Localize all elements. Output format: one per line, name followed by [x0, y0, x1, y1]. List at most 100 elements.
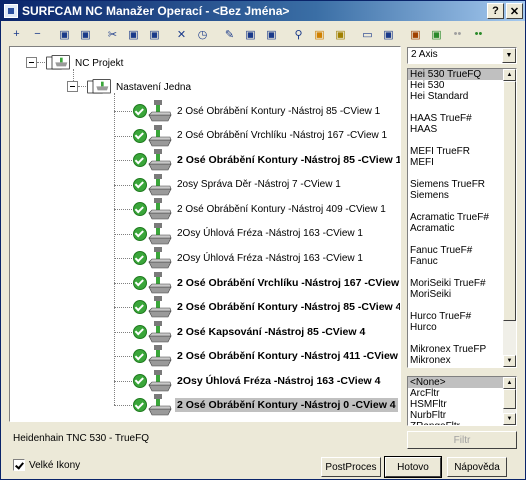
list-item[interactable]: <None> [408, 377, 516, 388]
scrollbar[interactable]: ▲ ▼ [503, 69, 516, 367]
tree-node-root[interactable]: NC Projekt [46, 51, 125, 75]
list-item[interactable]: Hurco TrueF# [408, 311, 516, 322]
list-item[interactable] [408, 102, 516, 113]
add-icon[interactable]: + [7, 25, 26, 43]
list-items: <None>ArcFltrHSMFltrNurbFltrZRangeFltr [408, 377, 516, 425]
operation-item[interactable]: 2 Osé Obrábění Kontury -Nástroj 411 -CVi… [133, 344, 400, 368]
list-item[interactable]: HSMFltr [408, 399, 516, 410]
operation-item[interactable]: 2 Osé Kapsování -Nástroj 85 -CView 4 [133, 320, 367, 344]
operation-label: 2 Osé Obrábění Kontury -Nástroj 85 -CVie… [177, 301, 401, 313]
check-icon [133, 398, 147, 412]
list-item[interactable]: HAAS [408, 124, 516, 135]
dots-grey-icon[interactable]: •• [448, 25, 467, 43]
cut-icon[interactable]: ✂ [103, 25, 122, 43]
new-document-icon[interactable]: ▭ [358, 25, 377, 43]
postproces-button[interactable]: PostProces [321, 457, 381, 477]
scroll-down-icon[interactable]: ▼ [503, 355, 516, 367]
gears-icon[interactable]: ▣ [406, 25, 425, 43]
filtr-button[interactable]: Filtr [407, 431, 517, 449]
napoveda-button[interactable]: Nápověda [447, 457, 507, 477]
document-gear-icon[interactable]: ▣ [379, 25, 398, 43]
operation-item[interactable]: 2 Osé Obrábění Kontury -Nástroj 85 -CVie… [133, 99, 382, 123]
checkbox-label: Velké Ikony [29, 459, 81, 471]
remove-icon[interactable]: − [28, 25, 47, 43]
list-item[interactable]: Fanuc [408, 256, 516, 267]
list-item[interactable]: Hei 530 TrueFQ [408, 69, 516, 80]
scrollbar[interactable]: ▲ ▼ [503, 377, 516, 425]
list-item[interactable]: MEFI TrueFR [408, 146, 516, 157]
list-item[interactable] [408, 168, 516, 179]
checkbox-box[interactable] [13, 459, 25, 471]
collapse-root-icon[interactable] [26, 57, 37, 68]
list-item[interactable]: Hei 530 [408, 80, 516, 91]
tool-down-icon[interactable]: ▣ [310, 25, 329, 43]
list-item[interactable] [408, 267, 516, 278]
paste-icon[interactable]: ▣ [145, 25, 164, 43]
paste-op-icon[interactable]: ▣ [76, 25, 95, 43]
list-item[interactable]: Mikronex [408, 355, 516, 366]
operation-item[interactable]: 2 Osé Obrábění Vrchlíku -Nástroj 167 -CV… [133, 271, 400, 295]
close-button[interactable]: ✕ [506, 3, 523, 19]
list-item[interactable]: HAAS TrueF# [408, 113, 516, 124]
tool-edit-icon[interactable]: ▣ [262, 25, 281, 43]
list-item[interactable]: MoriSeiki [408, 289, 516, 300]
operation-item[interactable]: 2Osy Úhlová Fréza -Nástroj 163 -CView 1 [133, 222, 365, 246]
axis-select[interactable]: 2 Axis ▼ [407, 47, 517, 64]
list-item[interactable] [408, 201, 516, 212]
gears-green-icon[interactable]: ▣ [427, 25, 446, 43]
hotovo-button[interactable]: Hotovo [384, 456, 442, 478]
scroll-thumb[interactable] [503, 389, 516, 409]
dots-green-icon[interactable]: •• [469, 25, 488, 43]
scroll-up-icon[interactable]: ▲ [503, 377, 516, 389]
operation-item[interactable]: 2 Osé Obrábění Kontury -Nástroj 85 -CVie… [133, 295, 401, 319]
list-item[interactable]: Hurco [408, 322, 516, 333]
list-item[interactable] [408, 366, 516, 367]
post-processor-list[interactable]: Hei 530 TrueFQ Hei 530 Hei Standard HAAS T… [407, 68, 517, 368]
list-item[interactable] [408, 135, 516, 146]
list-item[interactable] [408, 234, 516, 245]
scroll-up-icon[interactable]: ▲ [503, 69, 516, 81]
tool-down2-icon[interactable]: ▣ [331, 25, 350, 43]
list-item[interactable]: MoriSeiki TrueF# [408, 278, 516, 289]
clock-icon[interactable]: ◷ [193, 25, 212, 43]
operation-item[interactable]: 2 Osé Obrábění Kontury -Nástroj 85 -CVie… [133, 148, 400, 172]
tree-node-setup[interactable]: Nastavení Jedna [87, 75, 193, 99]
operation-item[interactable]: 2osy Správa Děr -Nástroj 7 -CView 1 [133, 173, 343, 197]
filter-list[interactable]: <None>ArcFltrHSMFltrNurbFltrZRangeFltr▲▼ [407, 376, 517, 426]
window-title: SURFCAM NC Manažer Operací - <Bez Jména> [22, 4, 290, 18]
list-item[interactable]: Fanuc TrueF# [408, 245, 516, 256]
operation-item[interactable]: 2Osy Úhlová Fréza -Nástroj 163 -CView 1 [133, 246, 365, 270]
list-item[interactable] [408, 333, 516, 344]
list-item[interactable]: Acramatic [408, 223, 516, 234]
list-item[interactable]: Hei Standard [408, 91, 516, 102]
list-item[interactable]: Siemens [408, 190, 516, 201]
list-item[interactable]: Mikronex TrueFP [408, 344, 516, 355]
list-item[interactable]: MEFI [408, 157, 516, 168]
list-item[interactable]: Acramatic TrueF# [408, 212, 516, 223]
copy-icon[interactable]: ▣ [124, 25, 143, 43]
list-item[interactable]: Siemens TrueFR [408, 179, 516, 190]
operations-tree[interactable]: NC Projekt Nastavení Jedna 2 Osé Obrábění … [9, 46, 401, 422]
delete-icon[interactable]: ✕ [172, 25, 191, 43]
operation-item[interactable]: 2Osy Úhlová Fréza -Nástroj 163 -CView 4 [133, 369, 382, 393]
scroll-down-icon[interactable]: ▼ [503, 413, 516, 425]
list-item[interactable]: ArcFltr [408, 388, 516, 399]
list-item[interactable] [408, 300, 516, 311]
scroll-thumb[interactable] [503, 81, 516, 321]
operation-item[interactable]: 2 Osé Obrábění Vrchlíku -Nástroj 167 -CV… [133, 124, 389, 148]
machine-icon [148, 124, 172, 146]
list-item[interactable]: ZRangeFltr [408, 421, 516, 425]
operation-item[interactable]: 2 Osé Obrábění Kontury -Nástroj 409 -CVi… [133, 197, 388, 221]
operation-label: 2 Osé Obrábění Vrchlíku -Nástroj 167 -CV… [177, 130, 388, 141]
binoculars-icon[interactable]: ⚲ [289, 25, 308, 43]
pencil-check-icon[interactable]: ✎ [220, 25, 239, 43]
list-item[interactable]: NurbFltr [408, 410, 516, 421]
chevron-down-icon[interactable]: ▼ [502, 48, 516, 63]
operation-item[interactable]: 2 Osé Obrábění Kontury -Nástroj 0 -CView… [133, 393, 398, 417]
machine-icon [148, 320, 172, 342]
large-icons-checkbox[interactable]: Velké Ikony [13, 459, 80, 471]
copy-op-icon[interactable]: ▣ [55, 25, 74, 43]
collapse-setup-icon[interactable] [67, 81, 78, 92]
help-button[interactable]: ? [487, 3, 504, 19]
tool-list-icon[interactable]: ▣ [241, 25, 260, 43]
